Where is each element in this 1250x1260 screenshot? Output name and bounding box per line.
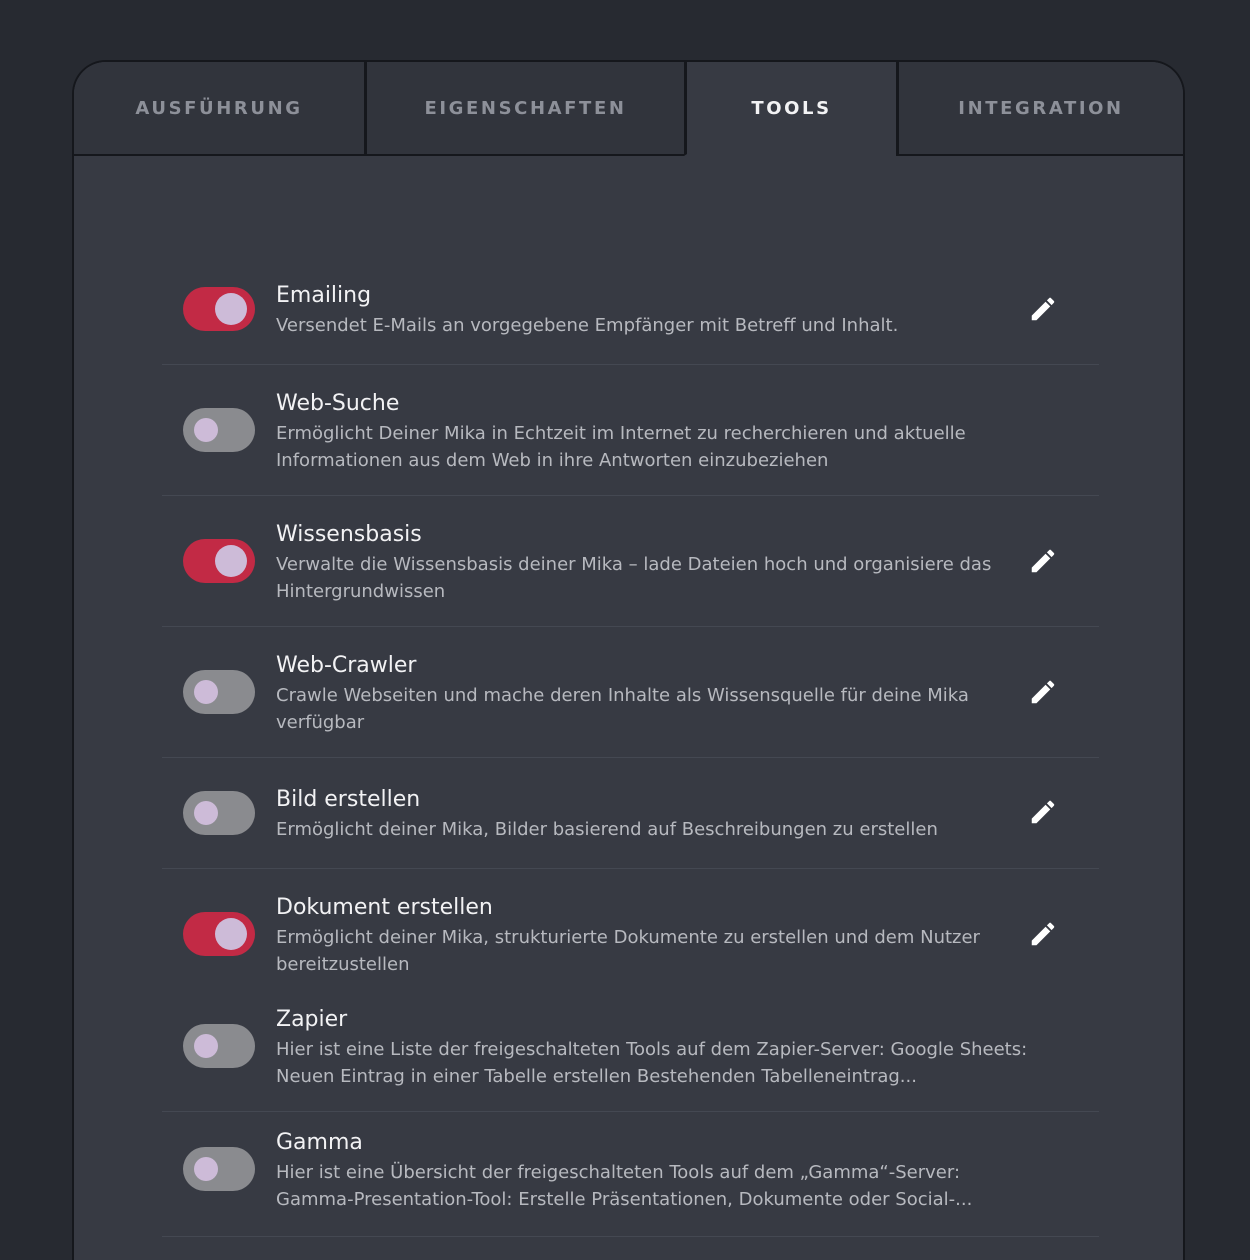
tab-tools[interactable]: TOOLS (684, 62, 896, 156)
tool-description: Verwalte die Wissensbasis deiner Mika – … (276, 554, 992, 602)
tool-title: Web-Crawler (276, 653, 417, 678)
pencil-icon[interactable] (1028, 546, 1058, 576)
web-crawler-toggle[interactable] (183, 670, 255, 714)
toggle-knob (215, 545, 247, 577)
tab-bar: AUSFÜHRUNG EIGENSCHAFTEN TOOLS INTEGRATI… (74, 62, 1183, 156)
tool-text: Web-Crawler Crawle Webseiten und mache d… (276, 652, 1016, 736)
tool-row-web-crawler: Web-Crawler Crawle Webseiten und mache d… (162, 627, 1099, 758)
tool-title: Wissensbasis (276, 522, 422, 547)
tool-description: Crawle Webseiten und mache deren Inhalte… (276, 685, 969, 733)
tab-eigenschaften[interactable]: EIGENSCHAFTEN (364, 62, 684, 156)
tool-row-dokument-erstellen: Dokument erstellen Ermöglicht deiner Mik… (162, 869, 1099, 989)
tools-panel: AUSFÜHRUNG EIGENSCHAFTEN TOOLS INTEGRATI… (72, 60, 1185, 1260)
tool-row-gamma: Gamma Hier ist eine Übersicht der freige… (162, 1112, 1099, 1237)
pencil-icon[interactable] (1028, 294, 1058, 324)
tool-title: Zapier (276, 1007, 348, 1032)
toggle-knob (194, 680, 218, 704)
web-suche-toggle[interactable] (183, 408, 255, 452)
toggle-knob (194, 1034, 218, 1058)
tool-title: Emailing (276, 283, 372, 308)
tool-title: Dokument erstellen (276, 895, 493, 920)
tool-text: Gamma Hier ist eine Übersicht der freige… (276, 1129, 1036, 1213)
tool-title: Web-Suche (276, 391, 400, 416)
tool-row-web-suche: Web-Suche Ermöglicht Deiner Mika in Echt… (162, 365, 1099, 496)
tool-text: Zapier Hier ist eine Liste der freigesch… (276, 1006, 1036, 1090)
tool-text: Bild erstellen Ermöglicht deiner Mika, B… (276, 786, 1016, 843)
toggle-knob (194, 801, 218, 825)
tool-text: Wissensbasis Verwalte die Wissensbasis d… (276, 521, 1016, 605)
tool-title: Bild erstellen (276, 787, 421, 812)
tool-description: Ermöglicht Deiner Mika in Echtzeit im In… (276, 423, 966, 471)
dokument-erstellen-toggle[interactable] (183, 912, 255, 956)
toggle-knob (194, 1157, 218, 1181)
tool-description: Versendet E-Mails an vorgegebene Empfäng… (276, 315, 899, 336)
tool-text: Emailing Versendet E-Mails an vorgegeben… (276, 282, 1016, 339)
pencil-icon[interactable] (1028, 677, 1058, 707)
tool-row-wissensbasis: Wissensbasis Verwalte die Wissensbasis d… (162, 496, 1099, 627)
toggle-knob (215, 293, 247, 325)
tool-description: Ermöglicht deiner Mika, strukturierte Do… (276, 927, 980, 975)
pencil-icon[interactable] (1028, 919, 1058, 949)
pencil-icon[interactable] (1028, 797, 1058, 827)
tab-ausfuehrung[interactable]: AUSFÜHRUNG (74, 62, 364, 156)
tool-description: Hier ist eine Übersicht der freigeschalt… (276, 1162, 973, 1210)
bild-erstellen-toggle[interactable] (183, 791, 255, 835)
tool-title: Gamma (276, 1130, 363, 1155)
tool-row-bild-erstellen: Bild erstellen Ermöglicht deiner Mika, B… (162, 758, 1099, 869)
gamma-toggle[interactable] (183, 1147, 255, 1191)
tool-row-emailing: Emailing Versendet E-Mails an vorgegeben… (162, 270, 1099, 365)
toggle-knob (215, 918, 247, 950)
tool-text: Web-Suche Ermöglicht Deiner Mika in Echt… (276, 390, 1016, 474)
tab-integration[interactable]: INTEGRATION (896, 62, 1183, 156)
tool-description: Ermöglicht deiner Mika, Bilder basierend… (276, 819, 938, 840)
tool-row-zapier: Zapier Hier ist eine Liste der freigesch… (162, 989, 1099, 1112)
toggle-knob (194, 418, 218, 442)
wissensbasis-toggle[interactable] (183, 539, 255, 583)
emailing-toggle[interactable] (183, 287, 255, 331)
tool-text: Dokument erstellen Ermöglicht deiner Mik… (276, 894, 1016, 978)
zapier-toggle[interactable] (183, 1024, 255, 1068)
tool-description: Hier ist eine Liste der freigeschalteten… (276, 1039, 1028, 1087)
